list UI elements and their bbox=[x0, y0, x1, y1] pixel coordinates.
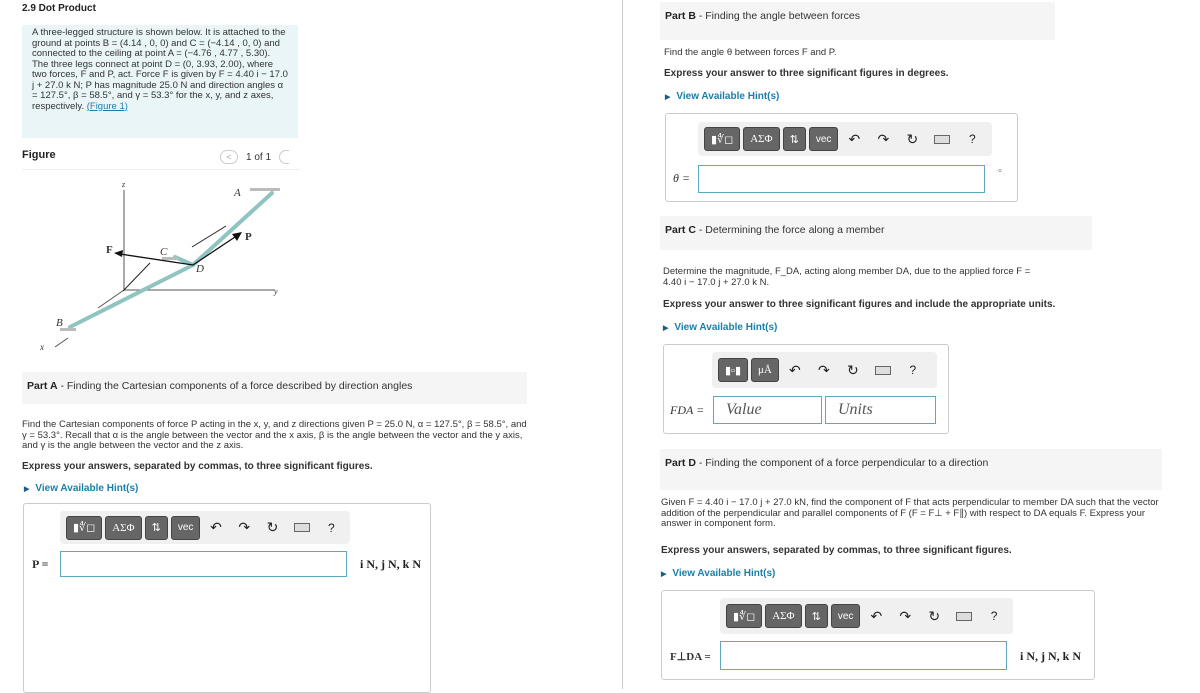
subscript-button[interactable]: ⇅ bbox=[144, 515, 168, 540]
figure-link[interactable]: (Figure 1) bbox=[87, 101, 128, 112]
part-c-instructions: Express your answer to three significant… bbox=[663, 299, 1056, 310]
subscript-button[interactable]: ⇅ bbox=[782, 127, 806, 151]
part-c-hint-link[interactable]: View Available Hint(s) bbox=[663, 322, 777, 333]
part-d-answer-input[interactable] bbox=[720, 641, 1007, 670]
part-c-variable: FDA = bbox=[670, 403, 705, 417]
label-z: z bbox=[121, 180, 126, 189]
greek-symbols-button[interactable]: ΑΣΦ bbox=[105, 515, 142, 540]
support-A bbox=[250, 188, 280, 191]
subscript-button[interactable]: ⇅ bbox=[804, 604, 828, 628]
units-button[interactable]: μÅ bbox=[751, 358, 779, 382]
prev-figure-button[interactable]: < bbox=[220, 150, 238, 164]
part-b-variable: θ = bbox=[673, 171, 690, 185]
part-d-toolbar: ▮∜◻ ΑΣΦ ⇅ vec ↶ ↷ ↻? bbox=[720, 598, 1013, 634]
x-axis-front bbox=[54, 337, 69, 348]
units-template-button[interactable]: ▮▫▮ bbox=[718, 358, 749, 382]
part-b-instructions: Express your answer to three significant… bbox=[664, 68, 949, 79]
vector-button[interactable]: vec bbox=[808, 127, 839, 151]
part-c-text: Determine the magnitude, F_DA, acting al… bbox=[663, 266, 1031, 288]
member-DA bbox=[191, 191, 274, 267]
redo-icon[interactable]: ↷ bbox=[232, 519, 257, 536]
help-icon[interactable]: ? bbox=[319, 521, 344, 535]
column-divider bbox=[622, 0, 623, 689]
undo-icon[interactable]: ↶ bbox=[863, 608, 889, 625]
part-d-text: Given F = 4.40 i − 17.0 j + 27.0 kN, fin… bbox=[661, 497, 1159, 529]
vector-button[interactable]: vec bbox=[830, 604, 861, 628]
redo-icon[interactable]: ↷ bbox=[892, 608, 918, 625]
force-P-arrow bbox=[192, 234, 239, 266]
keyboard-icon[interactable] bbox=[934, 134, 951, 144]
label-P: P bbox=[245, 231, 252, 243]
redo-icon[interactable]: ↷ bbox=[870, 131, 896, 148]
value-input[interactable]: Value bbox=[713, 396, 822, 424]
greek-symbols-button[interactable]: ΑΣΦ bbox=[765, 604, 802, 628]
arrowhead-F bbox=[114, 250, 123, 257]
units-input[interactable]: Units bbox=[825, 396, 936, 424]
part-d-header: Part D - Finding the component of a forc… bbox=[660, 449, 1162, 490]
member-BD bbox=[68, 263, 195, 329]
keyboard-icon[interactable] bbox=[294, 523, 310, 532]
keyboard-icon[interactable] bbox=[956, 611, 973, 621]
part-b-toolbar: ▮∜◻ ΑΣΦ ⇅ vec ↶ ↷ ↻? bbox=[698, 122, 992, 156]
keyboard-icon[interactable] bbox=[874, 365, 891, 375]
label-F: F bbox=[106, 244, 113, 256]
part-b-header: Part B - Finding the angle between force… bbox=[660, 2, 1055, 40]
structure-figure: z y x A B C D F P bbox=[39, 180, 280, 352]
label-B: B bbox=[56, 317, 63, 329]
part-d-instructions: Express your answers, separated by comma… bbox=[661, 545, 1012, 556]
reset-icon[interactable]: ↻ bbox=[840, 362, 866, 379]
part-b-hint-link[interactable]: View Available Hint(s) bbox=[665, 91, 779, 102]
page-title: 2.9 Dot Product bbox=[22, 3, 96, 14]
templates-button[interactable]: ▮∜◻ bbox=[66, 515, 103, 540]
degree-unit: ° bbox=[998, 168, 1002, 179]
label-y: y bbox=[273, 287, 278, 296]
part-a-answer-input[interactable] bbox=[60, 551, 347, 577]
part-a-text: Find the Cartesian components of force P… bbox=[22, 419, 527, 451]
next-figure-button[interactable] bbox=[279, 150, 290, 164]
problem-statement: A three-legged structure is shown below.… bbox=[22, 25, 298, 138]
part-b-text: Find the angle θ between forces F and P. bbox=[664, 47, 837, 58]
help-icon[interactable]: ? bbox=[900, 363, 926, 377]
greek-symbols-button[interactable]: ΑΣΦ bbox=[743, 127, 780, 151]
part-d-units: i N, j N, k N bbox=[1020, 649, 1082, 663]
part-c-header: Part C - Determining the force along a m… bbox=[660, 216, 1092, 250]
undo-icon[interactable]: ↶ bbox=[782, 362, 808, 379]
part-a-toolbar: ▮∜◻ ΑΣΦ ⇅ vec ↶ ↷ ↻? bbox=[60, 511, 350, 544]
vector-button[interactable]: vec bbox=[170, 515, 201, 540]
figure-page-count: 1 of 1 bbox=[246, 151, 272, 163]
reset-icon[interactable]: ↻ bbox=[921, 608, 947, 625]
label-x: x bbox=[39, 342, 44, 352]
label-C: C bbox=[160, 246, 168, 258]
part-a-variable: P = bbox=[32, 557, 49, 571]
figure-heading: Figure bbox=[22, 149, 56, 161]
templates-button[interactable]: ▮∜◻ bbox=[726, 604, 763, 628]
part-b-answer-input[interactable] bbox=[698, 165, 985, 193]
part-a-units: i N, j N, k N bbox=[360, 557, 422, 571]
undo-icon[interactable]: ↶ bbox=[203, 519, 228, 536]
figure-pager: <1 of 1 bbox=[220, 150, 290, 164]
reset-icon[interactable]: ↻ bbox=[899, 131, 925, 148]
templates-button[interactable]: ▮∜◻ bbox=[704, 127, 741, 151]
part-d-variable: F⊥DA = bbox=[670, 651, 711, 663]
part-d-hint-link[interactable]: View Available Hint(s) bbox=[661, 568, 775, 579]
arrowhead-P bbox=[232, 232, 242, 241]
part-c-toolbar: ▮▫▮ μÅ ↶ ↷ ↻? bbox=[712, 352, 937, 388]
undo-icon[interactable]: ↶ bbox=[841, 131, 867, 148]
redo-icon[interactable]: ↷ bbox=[811, 362, 837, 379]
help-icon[interactable]: ? bbox=[959, 132, 985, 146]
help-icon[interactable]: ? bbox=[981, 609, 1007, 623]
part-a-hint-link[interactable]: View Available Hint(s) bbox=[24, 483, 138, 494]
part-a-instructions: Express your answers, separated by comma… bbox=[22, 461, 373, 472]
label-A: A bbox=[233, 187, 241, 199]
reset-icon[interactable]: ↻ bbox=[260, 519, 285, 536]
label-D: D bbox=[195, 263, 204, 275]
part-a-header: Part A - Finding the Cartesian component… bbox=[22, 372, 527, 404]
